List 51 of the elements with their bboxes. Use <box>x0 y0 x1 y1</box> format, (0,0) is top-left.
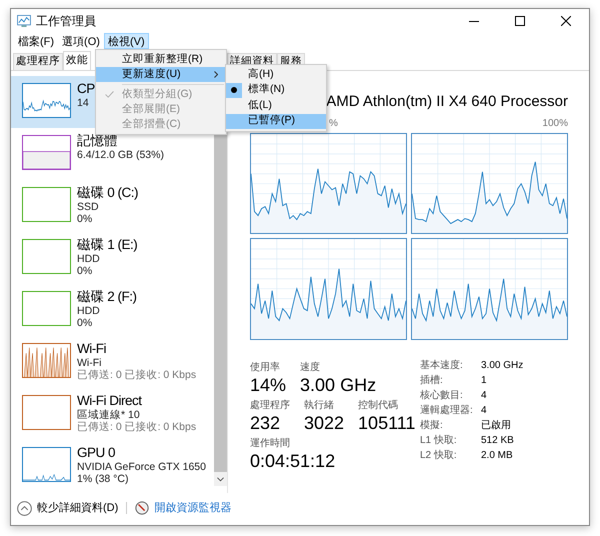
axis-label: % <box>329 116 338 130</box>
stat-value: 3.00 GHz <box>300 374 376 396</box>
detail-label: 核心數目: <box>420 388 464 402</box>
device-name: 磁碟 0 (C:) <box>77 184 138 201</box>
device-name: 磁碟 2 (F:) <box>77 288 136 305</box>
device-detail: HDD <box>77 305 101 317</box>
detail-value: 3.00 GHz <box>481 358 524 372</box>
device-detail: 已傳送: 0 已接收: 0 Kbps <box>77 421 196 433</box>
detail-value: 4 <box>481 388 487 402</box>
detail-value: 512 KB <box>481 434 514 448</box>
device-name: CP <box>77 80 95 97</box>
stat-label: 處理程序 <box>250 400 290 412</box>
stat-value: 14% <box>250 374 286 396</box>
stat-value: 105111 <box>358 412 416 434</box>
device-detail: 0% <box>77 317 94 329</box>
detail-value: 4 <box>481 404 487 418</box>
device-detail: 0% <box>77 213 94 225</box>
detail-label: L1 快取: <box>420 434 458 448</box>
device-detail: 0% <box>77 265 94 277</box>
axis-label: 100% <box>542 116 568 130</box>
device-name: Wi-Fi Direct <box>77 392 143 409</box>
device-detail: SSD <box>77 201 100 213</box>
device-name: 磁碟 1 (E:) <box>77 236 138 253</box>
stat-label: 運作時間 <box>250 438 291 450</box>
stat-label: 控制代碼 <box>358 400 400 412</box>
detail-value: 已啟用 <box>481 418 511 432</box>
device-detail: 區域連線* 10 <box>77 409 141 421</box>
device-detail: NVIDIA GeForce GTX 1650 <box>77 461 206 473</box>
stat-value: 3022 <box>304 412 344 434</box>
detail-value: 2.0 MB <box>481 448 513 462</box>
detail-label: 插槽: <box>420 374 444 388</box>
detail-label: 模擬: <box>420 418 444 432</box>
device-name: Wi-Fi <box>77 340 107 357</box>
stat-value: 0:04:51:12 <box>250 450 336 472</box>
detail-label: L2 快取: <box>420 448 458 462</box>
stat-label: 使用率 <box>250 362 281 374</box>
device-name: GPU 0 <box>77 444 116 461</box>
stat-label: 速度 <box>300 362 322 374</box>
detail-label: 邏輯處理器: <box>420 404 474 418</box>
processor-name: AMD Athlon(tm) II X4 640 Processor <box>326 92 568 112</box>
device-detail: 1% (38 °C) <box>77 473 130 485</box>
device-detail: 6.4/12.0 GB (53%) <box>77 149 164 161</box>
window-title: 工作管理員 <box>36 13 96 30</box>
device-detail: HDD <box>77 253 101 265</box>
device-detail: Wi-Fi <box>77 357 102 369</box>
stat-label: 執行緒 <box>304 400 335 412</box>
device-detail: 已傳送: 0 已接收: 0 Kbps <box>77 369 196 381</box>
stat-value: 232 <box>250 412 282 434</box>
device-detail: 14 <box>77 97 90 109</box>
detail-label: 基本速度: <box>420 358 464 372</box>
detail-value: 1 <box>481 374 487 388</box>
